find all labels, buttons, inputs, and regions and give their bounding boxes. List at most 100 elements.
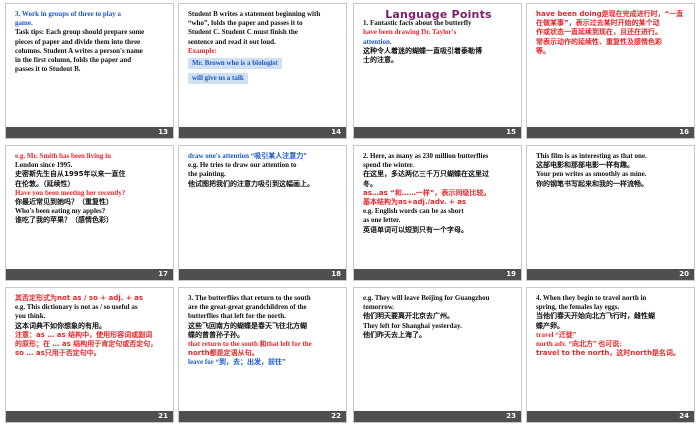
slide-text-line: as…as “和……一样”，表示同级比较。 <box>363 188 491 197</box>
slide-text-line: Your pen writes as smoothly as mine. <box>536 170 647 179</box>
slide-footer-bar: 23 <box>354 411 521 422</box>
slide-text-line: have been doing是现在完成进行时，“一直 <box>536 10 684 18</box>
slide-text-line: 2. Here, as many as 230 million butterfl… <box>363 152 489 160</box>
slide-thumbnail[interactable]: draw one's attention “吸引某人注意力” e.g. He tr… <box>178 145 347 281</box>
slide-text-line: so … as只用于否定句中。 <box>15 349 101 358</box>
slide-text-line: game. <box>15 19 33 28</box>
slide-text-line: 他们昨天去上海了。 <box>363 330 426 339</box>
slide-number: 22 <box>331 412 341 420</box>
slide-content: 4. When they begin to travel north in spr… <box>536 294 687 358</box>
slide-text-line: attention. <box>363 37 392 46</box>
slide-text-line: 史密斯先生自从1995年以来一直住 <box>15 170 126 179</box>
slide-text-line: 等。 <box>536 46 550 55</box>
slide-text-line: 其否定形式为not as / so + adj. + as <box>15 294 144 302</box>
slide-text-line: 冬。 <box>363 179 377 188</box>
slide-text-line: Have you been meeting her recently? <box>15 188 126 197</box>
slide-number: 15 <box>506 128 516 136</box>
slide-text-line: spend the winter. <box>363 161 414 170</box>
slide-text-line: London since 1995. <box>15 161 73 170</box>
slide-footer-bar: 21 <box>6 411 173 422</box>
slide-thumbnail[interactable]: 2. Here, as many as 230 million butterfl… <box>353 145 522 281</box>
slide-text-line: 他试图把我们的注意力吸引到这幅画上。 <box>188 179 314 188</box>
slide-footer-bar: 24 <box>527 411 694 422</box>
slide-text-line: They left for Shanghai yesterday. <box>363 321 462 330</box>
slide-footer-bar: 17 <box>6 269 173 280</box>
slide-content: Language Points 1. Fantastic facts about … <box>363 8 514 65</box>
slide-content: 其否定形式为not as / so + adj. + as e.g. This d… <box>15 294 166 358</box>
slide-text-line: e.g. Mr. Smith has been living in <box>15 152 112 160</box>
slide-text-line: 士的注意。 <box>363 56 398 65</box>
slide-thumbnail[interactable]: e.g. They will leave Beijing for Guangzh… <box>353 287 522 423</box>
slide-footer-bar: 14 <box>179 127 346 138</box>
slide-text-line: 蝶产卵。 <box>536 321 564 330</box>
slide-text-line: e.g. This dictionary is not as / so usef… <box>15 303 138 312</box>
slide-text-line: 这些飞回南方的蝴蝶是春天飞往北方蝴 <box>188 321 307 330</box>
slide-text-line: 蝶的曾曾孙子孙。 <box>188 330 244 339</box>
slide-number: 13 <box>158 128 168 136</box>
slide-text-line: travel “迁徙” <box>536 330 577 339</box>
slide-text-line: 注意：as … as 结构中，使用形容词或副词 <box>15 330 153 339</box>
slide-content: Student B writes a statement beginning w… <box>188 10 339 86</box>
slide-thumbnail[interactable]: This film is as interesting as that one.… <box>526 145 695 281</box>
slide-number: 17 <box>158 270 168 278</box>
slide-thumbnail[interactable]: 3. Work in groups of three to play a game… <box>5 3 174 139</box>
slide-text-line: Student C. Student C must finish the <box>188 28 298 37</box>
slide-text-line: 当他们春天开始向北方飞行时，雌性蝴 <box>536 312 655 321</box>
slide-text-line: e.g. English words can be as short <box>363 207 464 216</box>
slide-text-line: This film is as interesting as that one. <box>536 152 647 160</box>
slide-text-line: Example: <box>188 46 217 55</box>
slide-footer-bar: 15 <box>354 127 521 138</box>
slide-text-line: 他们明天要离开北京去广州。 <box>363 312 454 321</box>
slide-text-line: butterflies that left for the north. <box>188 312 286 321</box>
slide-thumbnail[interactable]: Language Points 1. Fantastic facts about … <box>353 3 522 139</box>
slide-number: 20 <box>679 270 689 278</box>
slide-footer-bar: 13 <box>6 127 173 138</box>
slide-thumbnail[interactable]: 4. When they begin to travel north in spr… <box>526 287 695 423</box>
slide-text-line: spring, the females lay eggs. <box>536 303 620 312</box>
slide-text-line: travel to the north，这时north是名词。 <box>536 349 680 358</box>
slide-text-line: “who”, folds the paper and passes it to <box>188 19 303 28</box>
slide-text-line: leave for “到，去；出发，前往” <box>188 358 286 367</box>
slide-number: 16 <box>679 128 689 136</box>
slide-number: 14 <box>331 128 341 136</box>
slide-text-line: e.g. They will leave Beijing for Guangzh… <box>363 294 490 302</box>
slide-footer-bar: 16 <box>527 127 694 138</box>
slide-text-line: have been drawing Dr. Taylor's <box>363 28 457 37</box>
slide-text-line: 这本词典不如你想象的有用。 <box>15 321 106 330</box>
slide-thumbnail[interactable]: Student B writes a statement beginning w… <box>178 3 347 139</box>
slide-footer-bar: 18 <box>179 269 346 280</box>
slide-thumbnail[interactable]: 其否定形式为not as / so + adj. + as e.g. This d… <box>5 287 174 423</box>
slide-content: draw one's attention “吸引某人注意力” e.g. He tr… <box>188 152 339 189</box>
slide-content: This film is as interesting as that one.… <box>536 152 687 189</box>
slide-content: 3. Work in groups of three to play a game… <box>15 10 166 74</box>
slide-text-line: tomorrow. <box>363 303 395 312</box>
slide-content: 2. Here, as many as 230 million butterfl… <box>363 152 514 235</box>
slide-thumbnail[interactable]: have been doing是现在完成进行时，“一直 在做某事”，表示过去某时开… <box>526 3 695 139</box>
slide-text-line: 在做某事”，表示过去某时开始的某个动 <box>536 19 660 28</box>
slide-text-line: 常表示动作的延续性、重复性及感情色彩 <box>536 37 662 46</box>
slide-text-line: 1. Fantastic facts about the butterfly <box>363 19 472 28</box>
slide-footer-bar: 20 <box>527 269 694 280</box>
slide-number: 19 <box>506 270 516 278</box>
slide-text-line: as one letter. <box>363 216 401 225</box>
slide-text-line: will give us a talk <box>188 73 248 85</box>
slide-text-line: 基本结构为as+adj./adv. + as <box>363 198 467 207</box>
slide-text-line: 你的钢笔书写起来和我的一样流畅。 <box>536 179 648 188</box>
slide-text-line: pieces of paper and divide them into thr… <box>15 37 141 46</box>
slide-text-line: 这种令人着迷的蝴蝶一直吸引着泰勒博 <box>363 46 482 55</box>
slide-thumbnail[interactable]: e.g. Mr. Smith has been living in London … <box>5 145 174 281</box>
slide-number: 24 <box>679 412 689 420</box>
slide-text-line: draw one's attention “吸引某人注意力” <box>188 152 307 160</box>
slide-text-line: 3. Work in groups of three to play a <box>15 10 121 18</box>
slide-thumbnail[interactable]: 3. The butterflies that return to the so… <box>178 287 347 423</box>
slide-text-line: 在这里，多达两亿三千万只蝴蝶在这里过 <box>363 170 489 179</box>
slide-text-line: 3. The butterflies that return to the so… <box>188 294 311 302</box>
slide-text-line: Mr. Brown who is a biologist <box>188 58 282 70</box>
slide-text-line: Student B writes a statement beginning w… <box>188 10 321 18</box>
slide-number: 23 <box>506 412 516 420</box>
slide-content: e.g. They will leave Beijing for Guangzh… <box>363 294 514 340</box>
slide-title: Language Points <box>385 8 492 21</box>
slide-text-line: 你最近常见到她吗？（重复性） <box>15 198 113 207</box>
slide-text-line: 这部电影和那部电影一样有趣。 <box>536 161 634 170</box>
slide-text-line: that return to the south 和that left for … <box>188 340 312 349</box>
